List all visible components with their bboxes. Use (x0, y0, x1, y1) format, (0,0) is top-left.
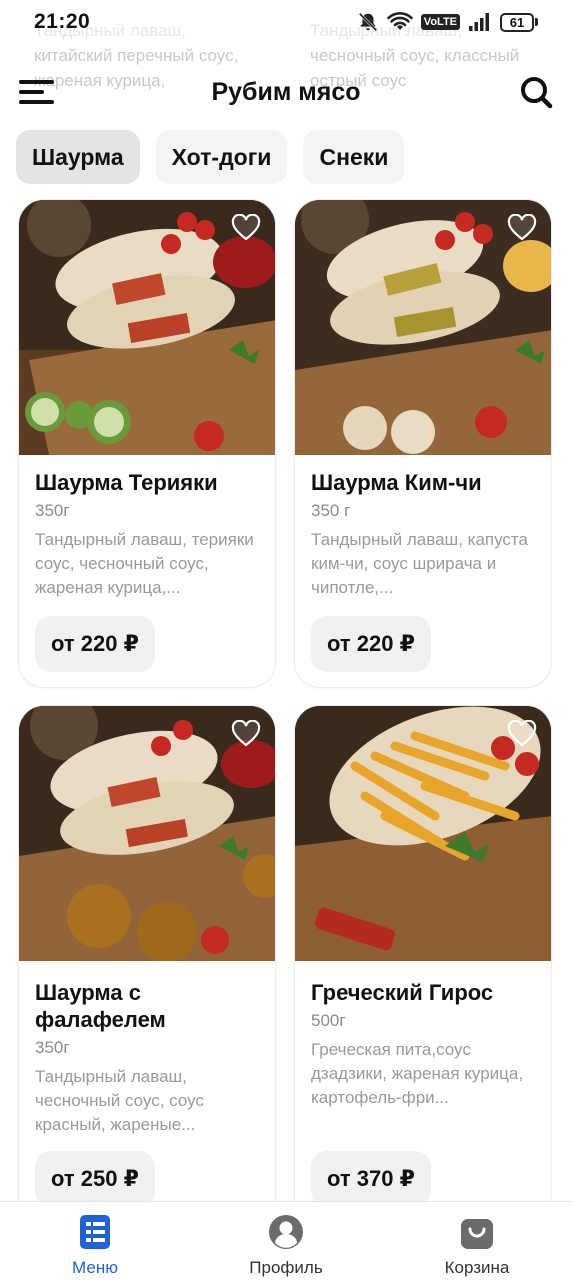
nav-label-cart: Корзина (444, 1258, 510, 1277)
app-title: Рубим мясо (211, 77, 361, 106)
product-title: Греческий Гирос (311, 980, 494, 1005)
product-description: Тандырный лаваш, чесночный соус, соус кр… (35, 1067, 204, 1134)
nav-item-cart[interactable]: Корзина (382, 1202, 572, 1280)
product-card-gyros[interactable]: Греческий Гирос 500г Греческая пита,соус… (294, 705, 552, 1225)
hamburger-menu-icon[interactable] (19, 80, 54, 104)
favorite-heart-icon[interactable] (231, 720, 261, 748)
product-image (19, 200, 275, 455)
bottom-navigation: Меню Профиль Корзина (0, 1201, 572, 1280)
product-image (19, 706, 275, 961)
product-info: Шаурма Терияки 350г Тандырный лаваш, тер… (19, 455, 275, 600)
product-weight: 350г (35, 1038, 70, 1057)
product-description: Тандырный лаваш, терияки соус, чесночный… (35, 530, 254, 597)
product-weight: 350 г (311, 501, 351, 520)
category-tabs: Шаурма Хот-доги Снеки (16, 130, 405, 184)
nav-item-profile[interactable]: Профиль (191, 1202, 381, 1280)
product-info: Шаурма с фалафелем 350г Тандырный лаваш,… (19, 961, 275, 1137)
battery-cap (535, 18, 538, 26)
favorite-heart-icon[interactable] (507, 214, 537, 242)
product-title: Шаурма Ким-чи (311, 470, 482, 495)
product-description: Греческая пита,соус дзадзики, жареная ку… (311, 1040, 524, 1107)
product-weight: 500г (311, 1011, 346, 1030)
menu-list-icon (80, 1215, 110, 1249)
battery-level: 61 (500, 12, 534, 32)
price-button[interactable]: от 250 ₽ (35, 1151, 155, 1207)
product-card-falafel[interactable]: Шаурма с фалафелем 350г Тандырный лаваш,… (18, 705, 276, 1225)
battery-indicator: 61 (500, 12, 538, 32)
search-icon[interactable] (518, 74, 554, 110)
product-title: Шаурма с фалафелем (35, 980, 166, 1032)
profile-icon (269, 1215, 303, 1249)
price-button[interactable]: от 370 ₽ (311, 1151, 431, 1207)
tab-shawarma[interactable]: Шаурма (16, 130, 140, 184)
nav-label-menu: Меню (72, 1258, 118, 1277)
favorite-heart-icon[interactable] (231, 214, 261, 242)
price-button[interactable]: от 220 ₽ (35, 616, 155, 672)
tab-snacks[interactable]: Снеки (303, 130, 405, 184)
price-button[interactable]: от 220 ₽ (311, 616, 431, 672)
signal-icon (469, 13, 489, 31)
tab-hotdogs[interactable]: Хот-доги (155, 130, 288, 184)
favorite-heart-icon[interactable] (507, 720, 537, 748)
mute-bell-icon (358, 12, 378, 32)
product-image (295, 200, 551, 455)
product-description: Тандырный лаваш, капуста ким-чи, соус шр… (311, 530, 528, 597)
status-bar: 21:20 VoLTE 61 (0, 0, 572, 44)
wifi-icon (386, 12, 413, 30)
status-time: 21:20 (34, 10, 91, 33)
product-grid: Шаурма Терияки 350г Тандырный лаваш, тер… (0, 0, 572, 1280)
product-card-kimchi[interactable]: Шаурма Ким-чи 350 г Тандырный лаваш, кап… (294, 199, 552, 688)
product-card-teriyaki[interactable]: Шаурма Терияки 350г Тандырный лаваш, тер… (18, 199, 276, 688)
product-title: Шаурма Терияки (35, 470, 218, 495)
nav-item-menu[interactable]: Меню (0, 1202, 190, 1280)
product-weight: 350г (35, 501, 70, 520)
product-image (295, 706, 551, 961)
cart-bag-icon (461, 1219, 493, 1249)
status-icons: VoLTE 61 (357, 11, 538, 33)
product-info: Шаурма Ким-чи 350 г Тандырный лаваш, кап… (295, 455, 551, 600)
nav-label-profile: Профиль (249, 1258, 323, 1277)
product-info: Греческий Гирос 500г Греческая пита,соус… (295, 961, 551, 1110)
app-header: Рубим мясо (0, 60, 572, 124)
volte-badge: VoLTE (420, 14, 460, 30)
